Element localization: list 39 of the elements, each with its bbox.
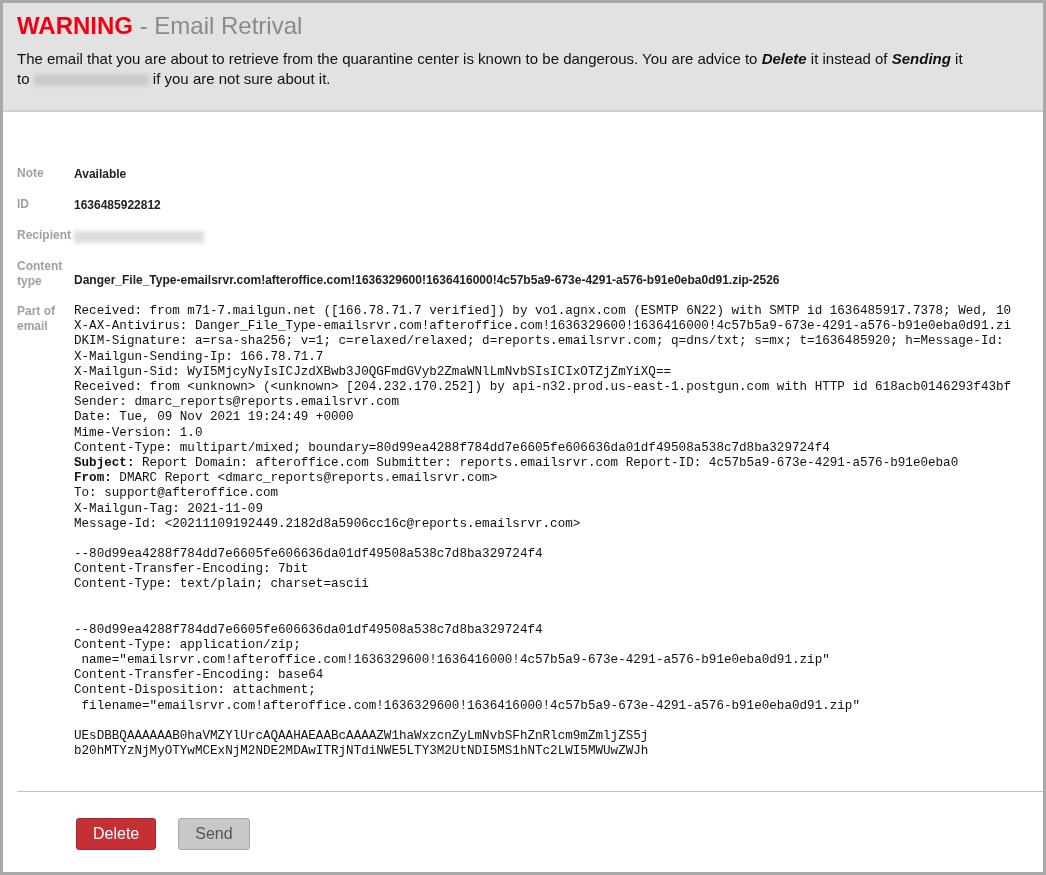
field-label: ID [17,197,30,213]
email-source-line: From: DMARC Report <dmarc_reports@reports.emailsrvr.com> [74,471,499,487]
field-value: Available [74,166,127,182]
email-source-line: Content-Transfer-Encoding: base64 [74,668,325,684]
page-subtitle: - Email Retrival [138,12,303,39]
email-source-line: X-AX-Antivirus: Danger_File_Type-emailsrvr.com!afteroffice.com!1636329600!1636416000!4c57b5a9-673e-4291-a576-b91e0eba0d91.zi [74,319,1012,335]
email-source-line: b20hMTYzNjMyOTYwMCExNjM2NDE2MDAwITRjNTdiNWE5LTY3M2UtNDI5MS1hNTc2LWI5MWUwZWJh [74,744,650,760]
field-label: Content type [17,259,64,289]
email-source-line: --80d99ea4288f784dd7e6605fe606636da01df49508a538c7d8ba329724f4 [74,547,544,563]
field-label: Note [17,166,45,182]
email-source-line: Mime-Version: 1.0 [74,425,204,441]
email-source-line: X-Mailgun-Sid: WyI5MjcyNyIsICJzdXBwb3J0QGFmdGVyb2ZmaWNlLmNvbSIsICIxOTZjZmYiXQ== [74,364,673,380]
field-value: 1636485922812 [74,197,161,213]
email-source-line: Received: from <unknown> (<unknown> [204.232.170.252]) by api-n32.prod.us-east-1.postgun.com with HTTP id 618acb0146293f43bf [74,380,1012,396]
email-source-line: Content-Transfer-Encoding: 7bit [74,562,310,578]
email-source-line: Content-Type: multipart/mixed; boundary=80d99ea4288f784dd7e6605fe606636da01df49508a538c7d8ba329724f4 [74,440,831,457]
send-button[interactable]: Send [178,818,250,850]
delete-button[interactable]: Delete [76,818,157,850]
email-source-line: UEsDBBQAAAAAAB0haVMZYlUrcAQAAHAEAABcAAAAZW1haWxzcnZyLmNvbSFhZnRlcm9mZmljZS5j [74,728,650,745]
email-source-line: Content-Type: text/plain; charset=ascii [74,577,370,593]
email-source-line: DKIM-Signature: a=rsa-sha256; v=1; c=relaxed/relaxed; d=reports.emailsrvr.com; q=dns/txt; s=mx; t=1636485920; h=Message-Id: [74,334,1005,350]
email-source-line: filename="emailsrvr.com!afteroffice.com!1636329600!1636416000!4c57b5a9-673e-4291-a576-b91e0eba0d91.zip" [80,698,861,714]
email-source-line: name="emailsrvr.com!afteroffice.com!1636329600!1636416000!4c57b5a9-673e-4291-a576-b91e0eba0d91.zip" [80,653,831,669]
email-source-line: X-Mailgun-Tag: 2021-11-09 [74,501,264,517]
email-source-line: Sender: dmarc_reports@reports.emailsrvr.com [74,395,400,411]
warning-title: WARNING [17,12,133,39]
email-source-line: Content-Disposition: attachment; [74,683,317,699]
email-source-line: Subject: Report Domain: afteroffice.com Submitter: reports.emailsrvr.com Report-ID: 4c57b5a9-673e-4291-a576-b91e0eba0 [74,456,960,472]
email-source-line: Content-Type: application/zip; [74,637,302,654]
email-source-line: Message-Id: <20211109192449.2182d8a5906cc16c@reports.emailsrvr.com> [74,516,582,533]
field-value: Danger_File_Type-emailsrvr.com!afteroffice.com!1636329600!1636416000!4c57b5a9-673e-4291-a576-b91e0eba0d91.zip-2526 [74,272,780,289]
email-source-line: --80d99ea4288f784dd7e6605fe606636da01df49508a538c7d8ba329724f4 [74,622,544,638]
field-label: Recipient [17,228,72,244]
email-source-line: To: support@afteroffice.com [74,486,280,502]
email-source-line: X-Mailgun-Sending-Ip: 166.78.71.7 [74,349,325,365]
warning-message: The email that you are about to retrieve from the quarantine center is known to be dangerous. You are advice to Delete it instead of Sending it to if you are not sure about it. [17,49,964,89]
email-source-line: Date: Tue, 09 Nov 2021 19:24:49 +0000 [74,410,355,426]
field-label: Part of email [17,304,56,335]
email-source-line: Received: from m71-7.mailgun.net ([166.78.71.7 verified]) by vo1.agnx.com (ESMTP 6N22) with SMTP id 1636485917.7378; Wed, 10 [74,304,1012,320]
